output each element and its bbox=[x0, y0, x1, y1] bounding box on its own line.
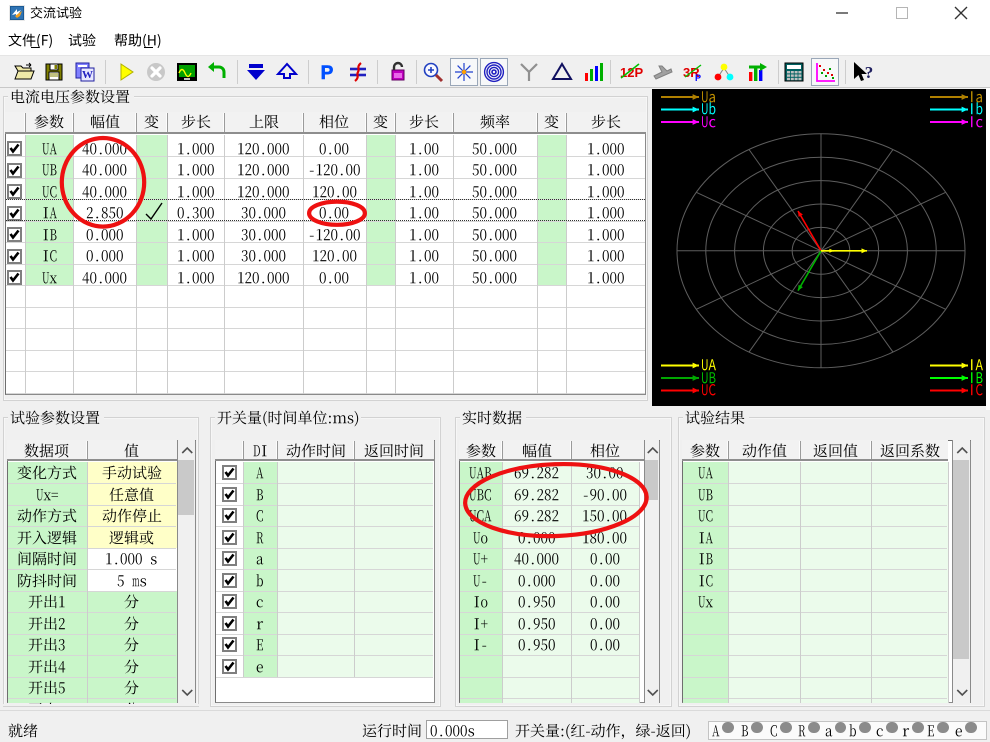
svg-text:12P: 12P bbox=[620, 65, 643, 80]
svg-text:W: W bbox=[82, 69, 93, 81]
svg-text:?: ? bbox=[865, 63, 874, 82]
svg-text:P: P bbox=[321, 63, 334, 84]
svg-text:P: P bbox=[695, 73, 701, 83]
